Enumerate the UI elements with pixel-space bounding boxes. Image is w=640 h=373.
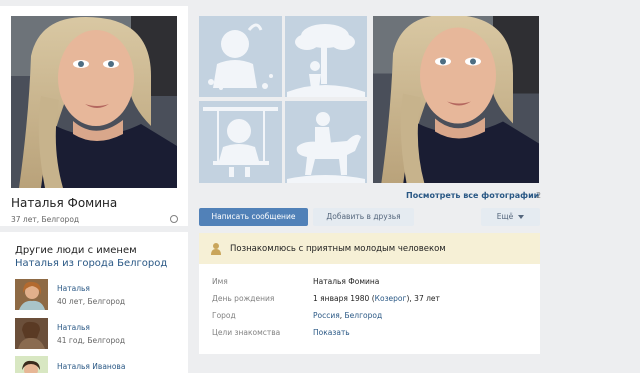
- other-people-title: Другие люди с именем: [15, 245, 137, 256]
- portrait-photo: [11, 16, 177, 188]
- avatar-photo: [15, 279, 48, 310]
- more-label: Ещё: [496, 212, 514, 221]
- online-status-icon: [170, 215, 178, 223]
- all-photos-link[interactable]: Посмотреть все фотографии: [406, 191, 539, 200]
- child-balloon-icon: [208, 23, 273, 90]
- portrait-photo: [373, 16, 539, 183]
- person-avatar[interactable]: [15, 356, 48, 373]
- child-horse-icon: [287, 112, 365, 183]
- photo-thumb-4[interactable]: [285, 101, 367, 183]
- send-message-button[interactable]: Написать сообщение: [199, 208, 308, 226]
- profile-details-card: Познакомлюсь с приятным молодым человеко…: [199, 233, 540, 354]
- child-swing-icon: [203, 107, 278, 177]
- person-name[interactable]: Наталья: [57, 284, 90, 293]
- person-name[interactable]: Наталья Иванова: [57, 362, 125, 371]
- other-people-card: Другие люди с именем Наталья из города Б…: [0, 232, 188, 373]
- more-actions-button[interactable]: Ещё: [481, 208, 540, 226]
- profile-age-city: 37 лет, Белгород: [11, 215, 80, 224]
- name-label: Имя: [212, 277, 228, 286]
- person-avatar[interactable]: [15, 318, 48, 349]
- status-text: Познакомлюсь с приятным молодым человеко…: [230, 244, 446, 254]
- person-info: 41 год, Белгород: [57, 336, 126, 345]
- profile-avatar[interactable]: [11, 16, 177, 188]
- photo-thumb-2[interactable]: [285, 16, 367, 97]
- country-link[interactable]: Россия: [313, 311, 340, 320]
- birthday-value: 1 января 1980 (Козерог), 37 лет: [313, 294, 440, 303]
- avatar-photo: [15, 318, 48, 349]
- photo-thumb-5[interactable]: [373, 16, 539, 183]
- birthday-age: , 37 лет: [409, 294, 440, 303]
- profile-card: Наталья Фомина 37 лет, Белгород: [0, 6, 188, 226]
- person-icon: [211, 243, 221, 255]
- birthday-label: День рождения: [212, 294, 275, 303]
- photo-thumb-1[interactable]: [199, 16, 282, 97]
- profile-name: Наталья Фомина: [11, 196, 118, 210]
- person-avatar[interactable]: [15, 279, 48, 310]
- photo-thumb-3[interactable]: [199, 101, 282, 183]
- show-goals-link[interactable]: Показать: [313, 328, 350, 337]
- goals-label: Цели знакомства: [212, 328, 281, 337]
- birthday-date: 1 января 1980: [313, 294, 370, 303]
- city-value: Россия, Белгород: [313, 311, 383, 320]
- zodiac-link[interactable]: Козерог: [375, 294, 407, 303]
- person-info: 40 лет, Белгород: [57, 297, 126, 306]
- status-banner: Познакомлюсь с приятным молодым человеко…: [199, 233, 540, 264]
- city-label: Город: [212, 311, 236, 320]
- child-tree-icon: [287, 24, 365, 97]
- photos-count: 2: [536, 191, 542, 200]
- city-link[interactable]: Белгород: [345, 311, 383, 320]
- name-value: Наталья Фомина: [313, 277, 380, 286]
- add-friend-button[interactable]: Добавить в друзья: [313, 208, 414, 226]
- avatar-photo: [15, 356, 48, 373]
- other-people-city-link[interactable]: Наталья из города Белгород: [15, 258, 167, 269]
- chevron-down-icon: [518, 215, 525, 219]
- person-name[interactable]: Наталья: [57, 323, 90, 332]
